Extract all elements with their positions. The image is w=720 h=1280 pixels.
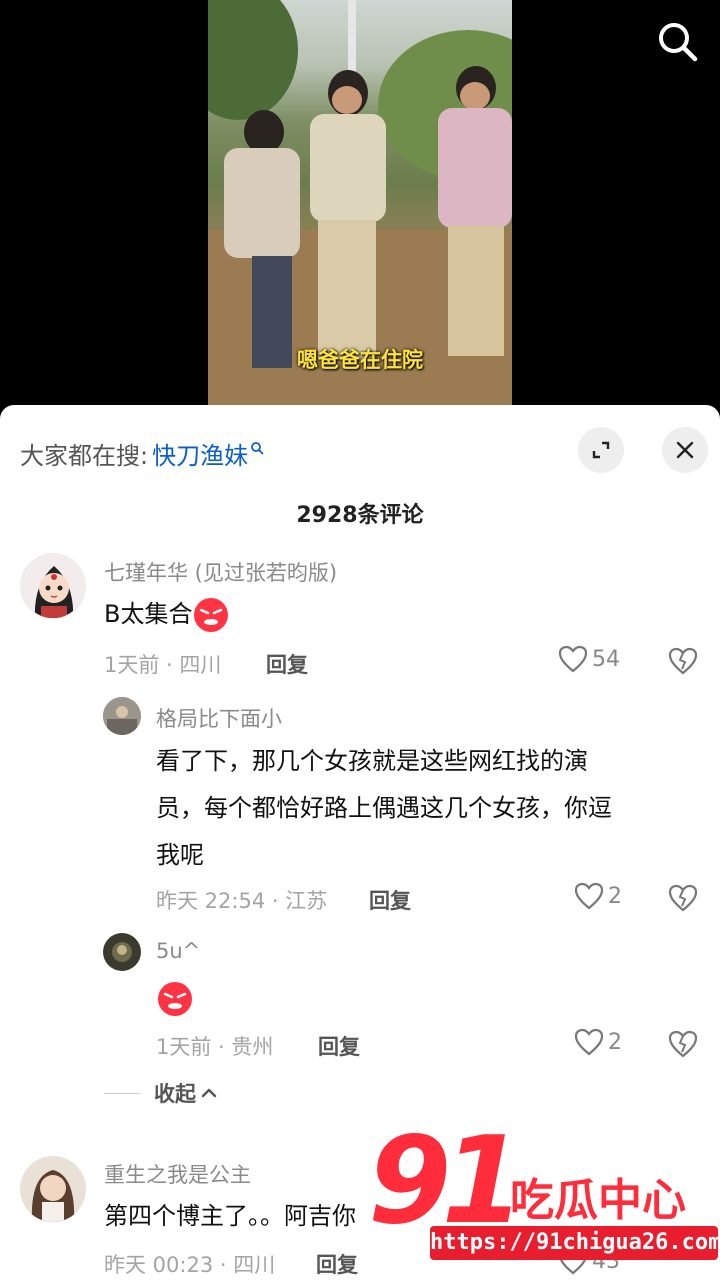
like-button[interactable]: 2 <box>574 882 622 910</box>
reply-text <box>156 975 194 1022</box>
watermark-url: https://91chigua26.com <box>430 1226 720 1260</box>
close-button[interactable] <box>662 427 708 473</box>
like-count: 54 <box>592 646 620 672</box>
reply-button[interactable]: 回复 <box>318 1031 360 1061</box>
search-icon <box>251 442 264 455</box>
tree-shape <box>208 0 298 120</box>
comment-text: 第四个博主了。。阿吉你 <box>104 1202 356 1230</box>
close-icon <box>676 441 694 459</box>
reply-username[interactable]: 5u^ <box>156 939 200 963</box>
reply-text-line: 员，每个都恰好路上偶遇这几个女孩，你逗 <box>156 794 612 822</box>
avatar[interactable] <box>103 697 141 735</box>
avatar-image <box>34 566 74 618</box>
comment-username[interactable]: 重生之我是公主 <box>104 1159 251 1189</box>
broken-heart-icon <box>668 884 698 912</box>
comment-count: 2928条评论 <box>296 503 424 528</box>
pole-shape <box>348 0 356 80</box>
reply-time: 1天前 · 贵州 <box>156 1035 274 1059</box>
broken-heart-icon <box>668 647 698 675</box>
reply-text-line: 我呢 <box>156 841 204 869</box>
reply-username[interactable]: 格局比下面小 <box>156 703 282 733</box>
child-figure <box>222 110 302 370</box>
search-icon <box>659 23 698 62</box>
comment-time: 1天前 · 四川 <box>104 653 222 677</box>
divider <box>104 1092 140 1094</box>
like-count: 2 <box>608 883 622 909</box>
comment-text: B太集合 <box>104 591 230 638</box>
reply-text-line: 看了下，那几个女孩就是这些网红找的演 <box>156 747 588 775</box>
angry-face-emoji <box>158 982 192 1016</box>
child-figure <box>436 66 512 366</box>
collapse-label: 收起 <box>154 1082 196 1106</box>
like-button[interactable]: 2 <box>574 1028 622 1056</box>
hot-search-prefix: 大家都在搜: <box>20 441 149 470</box>
expand-button[interactable] <box>578 427 624 473</box>
like-count: 2 <box>608 1029 622 1055</box>
avatar-image <box>103 697 141 735</box>
video-frame[interactable]: 嗯爸爸在住院 <box>208 0 512 405</box>
reply-button[interactable]: 回复 <box>369 885 411 915</box>
broken-heart-icon <box>668 1030 698 1058</box>
child-figure <box>306 70 386 370</box>
dislike-button[interactable] <box>668 1030 698 1062</box>
angry-face-emoji <box>194 598 229 632</box>
video-player[interactable]: 嗯爸爸在住院 <box>0 0 720 405</box>
heart-icon <box>574 882 604 910</box>
watermark-logo: 91 吃瓜中心 https://91chigua26.com <box>368 1112 720 1272</box>
avatar[interactable] <box>20 553 86 619</box>
comment-text-content: B太集合 <box>104 600 193 628</box>
reply-button[interactable]: 回复 <box>266 649 308 679</box>
search-button[interactable] <box>650 14 706 70</box>
heart-icon <box>558 645 588 673</box>
heart-icon <box>574 1028 604 1056</box>
reply-text: 看了下，那几个女孩就是这些网红找的演 员，每个都恰好路上偶遇这几个女孩，你逗 我… <box>156 738 612 879</box>
avatar[interactable] <box>103 933 141 971</box>
comment-time: 昨天 00:23 · 四川 <box>104 1253 276 1277</box>
avatar-image <box>103 933 141 971</box>
hot-search-bar[interactable]: 大家都在搜: 快刀渔妹 <box>20 435 264 471</box>
expand-icon <box>592 441 610 459</box>
avatar-image <box>20 1156 86 1222</box>
like-button[interactable]: 54 <box>558 645 620 673</box>
reply-button[interactable]: 回复 <box>316 1249 358 1279</box>
avatar[interactable] <box>20 1156 86 1222</box>
hot-search-term[interactable]: 快刀渔妹 <box>152 436 248 471</box>
chevron-up-icon <box>201 1088 217 1098</box>
reply-time: 昨天 22:54 · 江苏 <box>156 889 328 913</box>
dislike-button[interactable] <box>668 647 698 679</box>
comment-username[interactable]: 七瑾年华 (见过张若昀版) <box>104 557 337 587</box>
watermark-number: 91 <box>368 1112 525 1251</box>
watermark-name: 吃瓜中心 <box>510 1175 686 1226</box>
dislike-button[interactable] <box>668 884 698 916</box>
collapse-replies-button[interactable]: 收起 <box>104 1078 218 1108</box>
video-subtitle: 嗯爸爸在住院 <box>297 348 423 372</box>
